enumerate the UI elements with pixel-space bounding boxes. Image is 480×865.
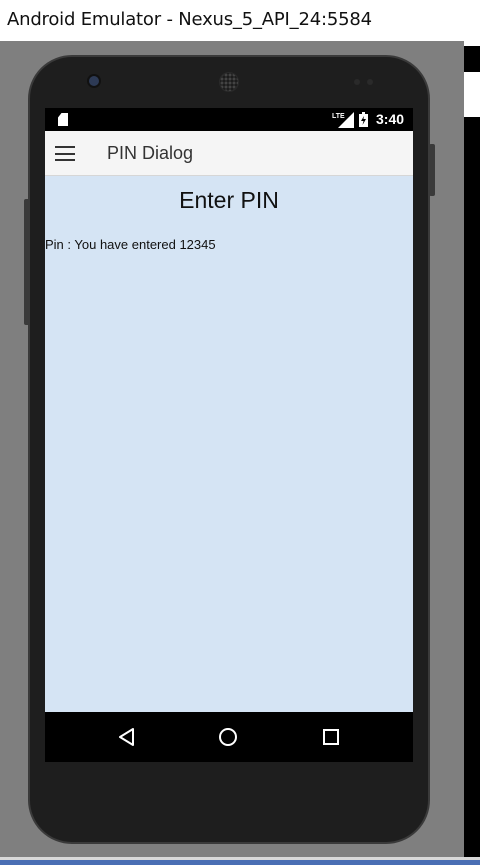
emulator-window-titlebar: Android Emulator - Nexus_5_API_24:5584: [0, 0, 464, 41]
page-content: Enter PIN Pin : You have entered 12345: [45, 176, 413, 712]
status-clock: 3:40: [376, 111, 405, 127]
device-screen: LTE 3:40 PIN Dialog Enter PIN Pin : You …: [45, 108, 413, 762]
side-panel-band: [464, 117, 480, 857]
navigation-bar: [45, 712, 413, 762]
lte-label: LTE: [332, 113, 345, 120]
app-toolbar: PIN Dialog: [45, 131, 413, 176]
toolbar-title: PIN Dialog: [107, 143, 194, 163]
recents-square-icon[interactable]: [320, 726, 342, 748]
back-triangle-icon[interactable]: [116, 726, 138, 748]
battery-icon: [359, 112, 368, 127]
status-bar: LTE 3:40: [45, 108, 413, 131]
side-panel-band-top: [464, 46, 480, 72]
lte-signal-icon: LTE: [332, 112, 354, 128]
proximity-sensor-icon: [354, 79, 360, 85]
home-circle-icon[interactable]: [217, 726, 239, 748]
pin-result-label: Pin : You have entered 12345: [45, 237, 216, 252]
emulator-window-title: Android Emulator - Nexus_5_API_24:5584: [7, 9, 372, 30]
page-heading: Enter PIN: [179, 187, 279, 213]
sd-card-icon: [58, 113, 68, 126]
light-sensor-icon: [367, 79, 373, 85]
window-bottom-edge: [0, 857, 480, 865]
emulator-side-panel: [464, 0, 480, 865]
hamburger-menu-icon[interactable]: [55, 146, 75, 161]
front-camera-icon: [89, 76, 99, 86]
earpiece-speaker-icon: [219, 72, 239, 92]
